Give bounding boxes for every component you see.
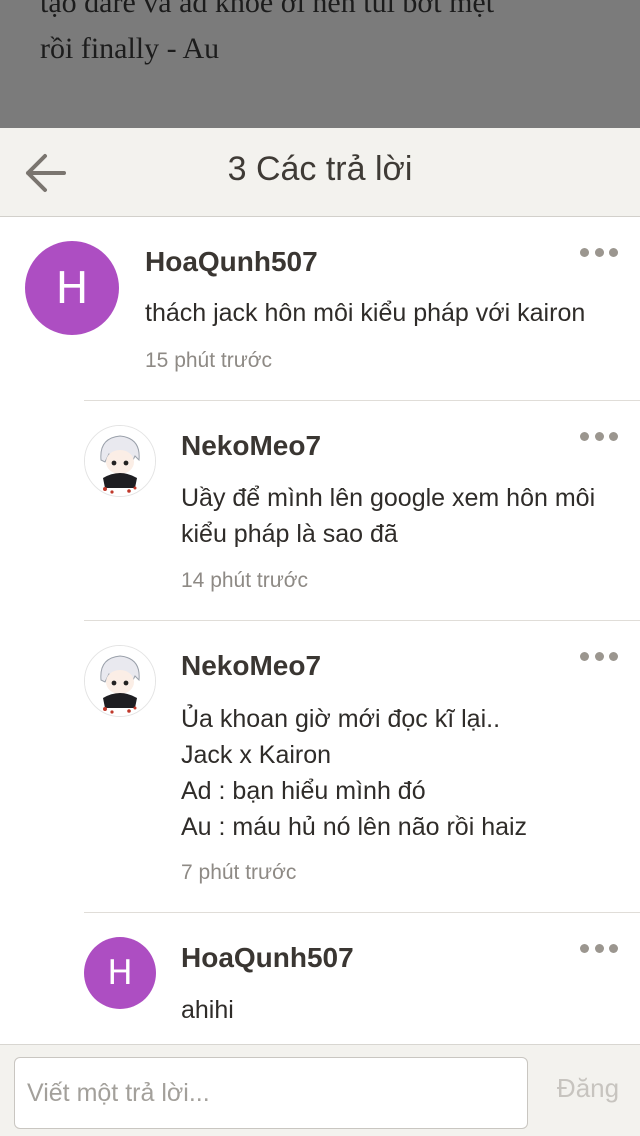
anime-character-avatar-icon [85, 426, 155, 496]
reply-input[interactable] [14, 1057, 528, 1129]
comment-text: Uầy để mình lên google xem hôn môi kiểu … [181, 484, 596, 548]
comment-item: NekoMeo7 Ủa khoan giờ mới đọc kĩ lại.. J… [0, 621, 640, 913]
comment-text: ahihi [181, 996, 234, 1024]
comment-time: 14 phút trước [181, 569, 309, 592]
comment-text: thách jack hôn môi kiểu pháp với kairon [145, 299, 586, 327]
avatar-letter: H [55, 262, 89, 314]
story-text: tạo dare và ad khỏe ơi nên tui bớt mệt r… [40, 0, 495, 128]
post-button[interactable]: Đăng [548, 1073, 628, 1104]
avatar-letter: H [107, 953, 133, 993]
more-options-icon[interactable] [580, 941, 618, 955]
avatar[interactable]: H [25, 241, 119, 335]
comment-username[interactable]: HoaQunh507 [145, 246, 318, 278]
story-backdrop: tạo dare và ad khỏe ơi nên tui bớt mệt r… [0, 0, 640, 128]
anime-character-avatar-icon [85, 646, 155, 716]
comment-text: Ủa khoan giờ mới đọc kĩ lại.. Jack x Kai… [181, 705, 528, 841]
more-options-icon[interactable] [580, 649, 618, 663]
more-options-icon[interactable] [580, 429, 618, 443]
replies-list[interactable]: H HoaQunh507 thách jack hôn môi kiểu phá… [0, 217, 640, 1044]
comment-username[interactable]: NekoMeo7 [181, 650, 321, 682]
comment-item: H HoaQunh507 ahihi [0, 913, 640, 1044]
comment-item: H HoaQunh507 thách jack hôn môi kiểu phá… [0, 217, 640, 401]
avatar[interactable] [84, 645, 156, 717]
comment-item: NekoMeo7 Uầy để mình lên google xem hôn … [0, 401, 640, 621]
more-options-icon[interactable] [580, 245, 618, 259]
comment-username[interactable]: HoaQunh507 [181, 942, 354, 974]
page-title: 3 Các trả lời [227, 150, 413, 188]
comment-time: 7 phút trước [181, 861, 297, 884]
reply-bar: Đăng [0, 1044, 640, 1136]
comment-time: 15 phút trước [145, 349, 273, 372]
avatar[interactable] [84, 425, 156, 497]
replies-header: 3 Các trả lời [0, 128, 640, 217]
comment-username[interactable]: NekoMeo7 [181, 430, 321, 462]
avatar[interactable]: H [84, 937, 156, 1009]
